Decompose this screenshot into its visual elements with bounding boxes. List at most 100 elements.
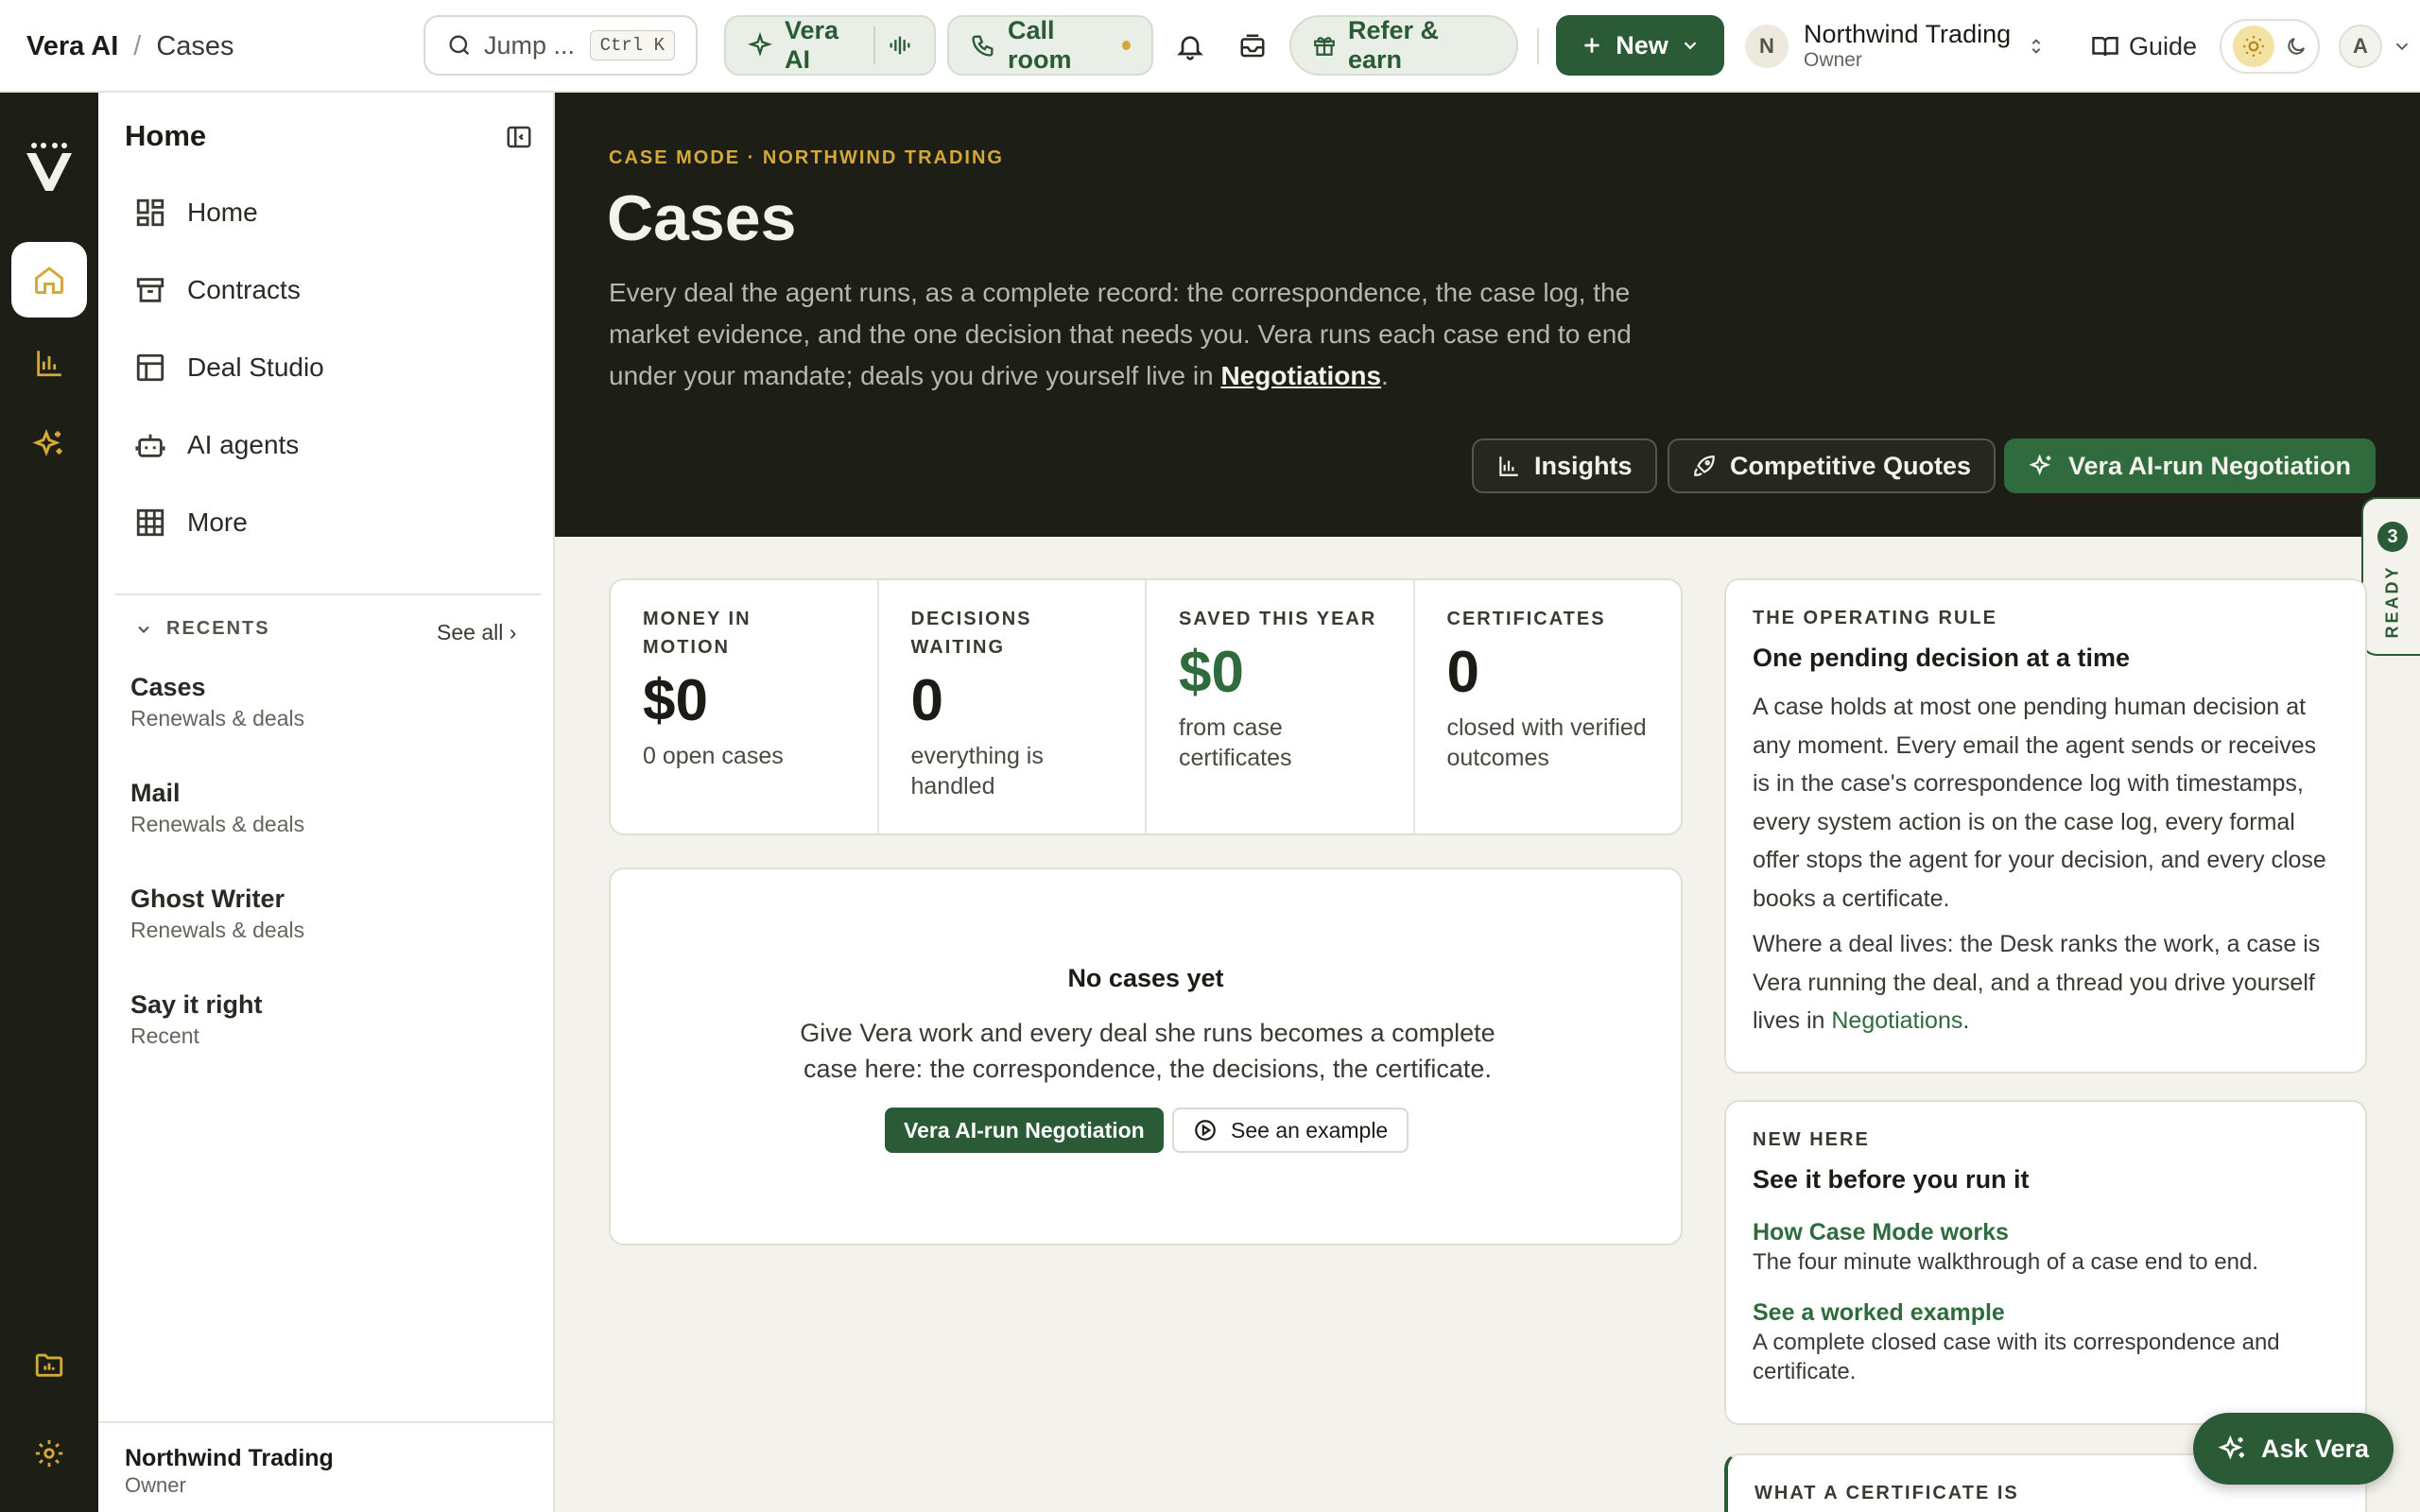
breadcrumb-app[interactable]: Vera AI — [26, 31, 118, 62]
refer-earn-button[interactable]: Refer & earn — [1289, 15, 1518, 76]
recents-toggle[interactable]: RECENTS — [134, 618, 270, 640]
recent-subtitle: Renewals & deals — [130, 706, 305, 730]
recent-title: Mail — [130, 779, 181, 807]
book-icon — [2091, 32, 2119, 60]
rail-files[interactable] — [11, 1327, 87, 1402]
operating-rule-card: THE OPERATING RULE One pending decision … — [1724, 578, 2367, 1074]
page-title: Cases — [607, 182, 797, 254]
workspace-footer[interactable]: Northwind Trading Owner — [98, 1421, 555, 1512]
sidebar-item-label: More — [187, 507, 248, 537]
sidebar-item-label: Deal Studio — [187, 352, 324, 382]
sidebar-item-more[interactable]: More — [117, 490, 533, 556]
top-bar: Vera AI / Cases Jump ... Ctrl K Vera AI … — [0, 0, 2420, 93]
sidebar-item-label: Contracts — [187, 275, 301, 304]
ready-label: READY — [2382, 564, 2402, 639]
workspace-name: Northwind Trading — [125, 1445, 334, 1471]
vera-logo[interactable] — [11, 129, 87, 204]
vera-negotiation-button[interactable]: Vera AI-run Negotiation — [2004, 438, 2377, 493]
org-role: Owner — [1804, 49, 1862, 71]
ready-tab[interactable]: 3 READY — [2361, 497, 2420, 656]
sidebar-item-ai-agents[interactable]: AI agents — [117, 412, 533, 478]
rail-home[interactable] — [11, 242, 87, 318]
empty-state: No cases yet Give Vera work and every de… — [609, 868, 1683, 1246]
negotiations-link[interactable]: Negotiations — [1220, 361, 1381, 390]
moon-icon[interactable] — [2285, 35, 2308, 58]
rule-paragraph: A case holds at most one pending human d… — [1753, 694, 2326, 912]
see-all-link[interactable]: See all › — [437, 620, 516, 645]
chevron-down-icon — [2392, 36, 2412, 57]
grid-icon — [134, 507, 166, 539]
insights-label: Insights — [1534, 451, 1633, 480]
jump-search[interactable]: Jump ... Ctrl K — [424, 15, 698, 76]
sun-icon[interactable] — [2232, 26, 2274, 67]
recent-subtitle: Recent — [130, 1023, 199, 1048]
empty-primary-button[interactable]: Vera AI-run Negotiation — [885, 1108, 1164, 1153]
bar-chart-icon — [1496, 454, 1521, 478]
dashboard-icon — [134, 197, 166, 229]
stat-value: 0 — [1446, 640, 1479, 705]
recent-item-cases[interactable]: Cases Renewals & deals — [130, 671, 304, 733]
ready-count-badge: 3 — [2377, 522, 2408, 552]
gift-icon — [1312, 33, 1337, 58]
recent-item-mail[interactable]: Mail Renewals & deals — [130, 777, 304, 839]
home-icon — [32, 263, 66, 297]
search-label: Jump ... — [484, 30, 576, 60]
negotiations-link[interactable]: Negotiations — [1831, 1007, 1962, 1034]
rail-ai[interactable] — [11, 406, 87, 482]
rocket-icon — [1692, 454, 1717, 478]
sparkles-icon — [2218, 1434, 2248, 1464]
recent-title: Cases — [130, 673, 206, 701]
sidebar-title: Home — [125, 119, 207, 152]
page-description: Every deal the agent runs, as a complete… — [609, 278, 1632, 390]
play-circle-icon — [1193, 1118, 1218, 1143]
sidebar-item-home[interactable]: Home — [117, 180, 533, 246]
chevron-down-icon — [1680, 35, 1701, 56]
vera-ai-button[interactable]: Vera AI — [724, 15, 936, 76]
sidebar-item-deal-studio[interactable]: Deal Studio — [117, 335, 533, 401]
recent-item-ghost-writer[interactable]: Ghost Writer Renewals & deals — [130, 883, 304, 945]
bell-icon[interactable] — [1168, 25, 1212, 68]
search-icon — [446, 32, 473, 59]
call-room-button[interactable]: Call room — [947, 15, 1153, 76]
user-menu[interactable]: A — [2339, 25, 2412, 68]
breadcrumb: Vera AI / Cases — [26, 0, 234, 93]
archive-icon — [134, 274, 166, 306]
vera-ai-label: Vera AI — [785, 16, 839, 74]
bar-chart-icon — [33, 347, 65, 379]
card-title: See it before you run it — [1753, 1165, 2030, 1194]
bot-icon — [134, 429, 166, 461]
theme-toggle[interactable] — [2220, 19, 2320, 74]
competitive-quotes-label: Competitive Quotes — [1730, 451, 1972, 480]
new-label: New — [1616, 30, 1668, 60]
stat-certificates: CERTIFICATES 0 closed with verified outc… — [1415, 580, 1682, 833]
recents-label: RECENTS — [166, 618, 270, 639]
see-example-label: See an example — [1231, 1117, 1389, 1143]
breadcrumb-separator: / — [133, 30, 142, 61]
inbox-icon[interactable] — [1231, 25, 1274, 68]
collapse-sidebar-icon[interactable] — [505, 123, 533, 151]
competitive-quotes-button[interactable]: Competitive Quotes — [1668, 438, 1996, 493]
stat-value: $0 — [1179, 640, 1244, 705]
card-label: NEW HERE — [1753, 1129, 1870, 1150]
rail-insights[interactable] — [11, 325, 87, 401]
vera-negotiation-label: Vera AI-run Negotiation — [2068, 451, 2352, 480]
worked-example-link[interactable]: See a worked example A complete closed c… — [1753, 1297, 2339, 1386]
see-example-button[interactable]: See an example — [1172, 1108, 1409, 1153]
sidebar-item-label: AI agents — [187, 430, 300, 459]
guide-link[interactable]: Guide — [2091, 25, 2197, 68]
org-avatar: N — [1745, 25, 1789, 68]
sidebar-item-contracts[interactable]: Contracts — [117, 257, 533, 323]
ask-vera-button[interactable]: Ask Vera — [2193, 1413, 2394, 1485]
stat-value: $0 — [643, 668, 708, 733]
phone-icon — [970, 32, 996, 59]
voice-wave-icon[interactable] — [887, 32, 913, 59]
stat-value: 0 — [910, 668, 943, 733]
refer-label: Refer & earn — [1348, 16, 1440, 74]
new-button[interactable]: New — [1556, 15, 1724, 76]
insights-button[interactable]: Insights — [1472, 438, 1657, 493]
rail-settings[interactable] — [11, 1416, 87, 1491]
org-switcher[interactable]: N Northwind Trading Owner — [1745, 17, 2047, 76]
how-case-mode-works-link[interactable]: How Case Mode works The four minute walk… — [1753, 1217, 2339, 1277]
user-avatar: A — [2339, 25, 2382, 68]
recent-item-say-it-right[interactable]: Say it right Recent — [130, 988, 263, 1051]
